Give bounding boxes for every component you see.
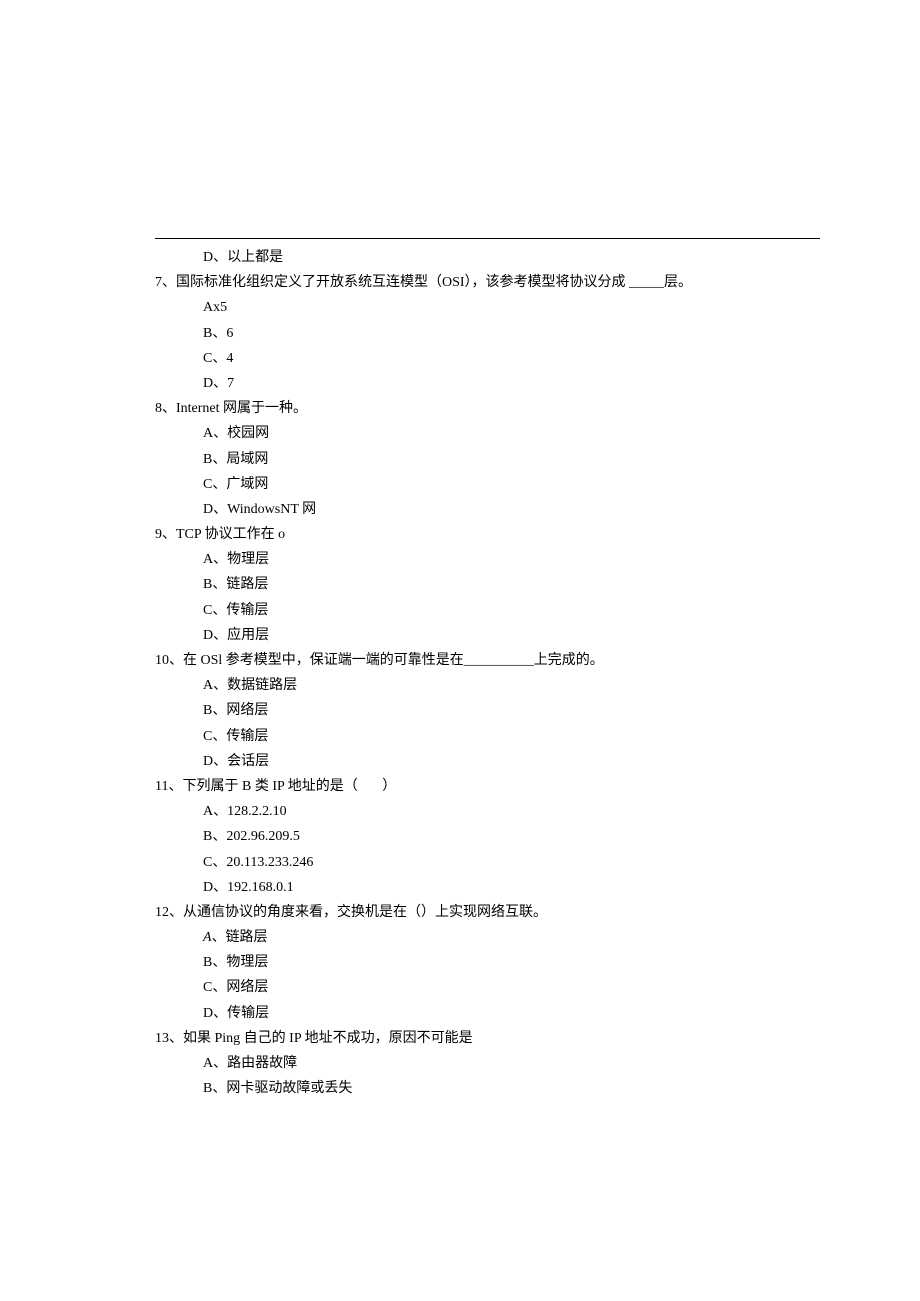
question-text: TCP 协议工作在 o bbox=[176, 527, 285, 542]
option: B、物理层 bbox=[155, 950, 820, 975]
option-label: A bbox=[203, 930, 212, 945]
question-number: 7、 bbox=[155, 275, 176, 290]
option: C、20.113.233.246 bbox=[155, 850, 820, 875]
document-page: D、以上都是 7、国际标准化组织定义了开放系统互连模型（OSI），该参考模型将协… bbox=[0, 0, 920, 1301]
question-text: 从通信协议的角度来看，交换机是在（）上实现网络互联。 bbox=[183, 905, 547, 920]
option: Ax5 bbox=[155, 295, 820, 320]
option: D、应用层 bbox=[155, 623, 820, 648]
option-text: 传输层 bbox=[227, 1006, 269, 1021]
question-number: 8、 bbox=[155, 401, 176, 416]
option-sep: 、 bbox=[212, 930, 226, 945]
question-number: 9、 bbox=[155, 527, 176, 542]
question-11: 11、下列属于 B 类 IP 地址的是（ ） bbox=[155, 774, 820, 799]
question-number: 11、 bbox=[155, 779, 182, 794]
question-text: 下列属于 B 类 IP 地址的是（ ） bbox=[182, 779, 396, 794]
option: D、会话层 bbox=[155, 749, 820, 774]
question-number: 10、 bbox=[155, 653, 183, 668]
question-number: 12、 bbox=[155, 905, 183, 920]
question-text: 如果 Ping 自己的 IP 地址不成功，原因不可能是 bbox=[183, 1031, 473, 1046]
divider-line bbox=[155, 238, 820, 239]
question-7: 7、国际标准化组织定义了开放系统互连模型（OSI），该参考模型将协议分成 ___… bbox=[155, 270, 820, 295]
question-number: 13、 bbox=[155, 1031, 183, 1046]
question-13: 13、如果 Ping 自己的 IP 地址不成功，原因不可能是 bbox=[155, 1026, 820, 1051]
option-label: B bbox=[203, 955, 212, 970]
option: B、局域网 bbox=[155, 447, 820, 472]
option-sep: 、 bbox=[212, 955, 226, 970]
question-text: 在 OSl 参考模型中，保证端一端的可靠性是在__________上完成的。 bbox=[183, 653, 604, 668]
option: A、物理层 bbox=[155, 547, 820, 572]
option: C、广域网 bbox=[155, 472, 820, 497]
option-sep: 、 bbox=[213, 1006, 227, 1021]
option: D、192.168.0.1 bbox=[155, 875, 820, 900]
option-label: C bbox=[203, 980, 212, 995]
option: D、WindowsNT 网 bbox=[155, 497, 820, 522]
option: D、传输层 bbox=[155, 1001, 820, 1026]
question-text: Internet 网属于一种。 bbox=[176, 401, 307, 416]
orphan-option: D、以上都是 bbox=[155, 245, 820, 270]
option: C、网络层 bbox=[155, 975, 820, 1000]
question-12: 12、从通信协议的角度来看，交换机是在（）上实现网络互联。 bbox=[155, 900, 820, 925]
option-sep: 、 bbox=[212, 980, 226, 995]
option-text: 链路层 bbox=[226, 930, 268, 945]
option: A、路由器故障 bbox=[155, 1051, 820, 1076]
option-label: D bbox=[203, 1006, 213, 1021]
question-8: 8、Internet 网属于一种。 bbox=[155, 396, 820, 421]
option: C、4 bbox=[155, 346, 820, 371]
option: A、校园网 bbox=[155, 421, 820, 446]
option: D、7 bbox=[155, 371, 820, 396]
option: C、传输层 bbox=[155, 724, 820, 749]
option: C、传输层 bbox=[155, 598, 820, 623]
option: B、网卡驱动故障或丢失 bbox=[155, 1076, 820, 1101]
option: B、6 bbox=[155, 321, 820, 346]
question-text: 国际标准化组织定义了开放系统互连模型（OSI），该参考模型将协议分成 _____… bbox=[176, 275, 692, 290]
question-10: 10、在 OSl 参考模型中，保证端一端的可靠性是在__________上完成的… bbox=[155, 648, 820, 673]
question-9: 9、TCP 协议工作在 o bbox=[155, 522, 820, 547]
option-text: 物理层 bbox=[226, 955, 268, 970]
option: A、数据链路层 bbox=[155, 673, 820, 698]
option: B、网络层 bbox=[155, 698, 820, 723]
option: A、128.2.2.10 bbox=[155, 799, 820, 824]
option: B、链路层 bbox=[155, 572, 820, 597]
option: A、链路层 bbox=[155, 925, 820, 950]
option: B、202.96.209.5 bbox=[155, 824, 820, 849]
option-text: 网络层 bbox=[226, 980, 268, 995]
